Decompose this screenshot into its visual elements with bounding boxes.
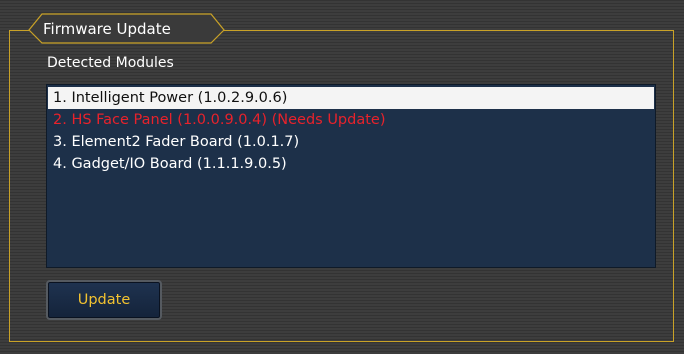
panel-title: Firmware Update (43, 20, 171, 38)
module-item-intelligent-power[interactable]: 1. Intelligent Power (1.0.2.9.0.6) (48, 87, 654, 109)
update-button[interactable]: Update (46, 280, 162, 320)
module-item-gadget-io-board[interactable]: 4. Gadget/IO Board (1.1.1.9.0.5) (48, 153, 654, 175)
panel-title-tab: Firmware Update (28, 13, 226, 44)
module-item-element2-fader-board[interactable]: 3. Element2 Fader Board (1.0.1.7) (48, 131, 654, 153)
detected-modules-list[interactable]: 1. Intelligent Power (1.0.2.9.0.6) 2. HS… (46, 84, 656, 268)
module-item-hs-face-panel[interactable]: 2. HS Face Panel (1.0.0.9.0.4) (Needs Up… (48, 109, 654, 131)
detected-modules-label: Detected Modules (47, 55, 174, 71)
